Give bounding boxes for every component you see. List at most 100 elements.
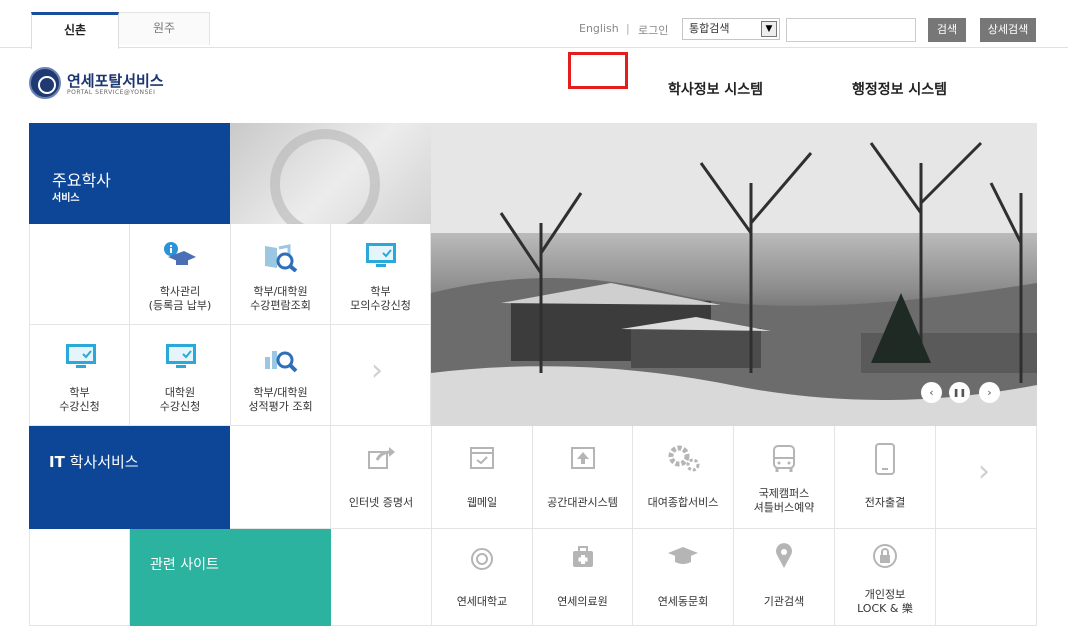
english-link[interactable]: English: [579, 22, 619, 35]
empty-cell: [331, 529, 432, 626]
service-mock-registration[interactable]: 학부 모의수강신청: [331, 224, 431, 325]
banner-next-button[interactable]: ›: [979, 382, 1000, 403]
login-link[interactable]: 로그인: [638, 22, 668, 38]
it-space-rental[interactable]: 공간대관시스템: [533, 426, 633, 529]
it-services-header: IT 학사서비스: [29, 426, 230, 529]
upload-box-icon: [571, 447, 595, 469]
campus-emblem-photo: [230, 123, 431, 224]
campus-banner-image: ‹ ❚❚ ›: [431, 123, 1037, 426]
tab-wonju[interactable]: 원주: [119, 12, 210, 45]
related-alumni[interactable]: 연세동문회: [633, 529, 734, 626]
winter-campus-scene: [431, 123, 1037, 426]
related-privacy-lock[interactable]: 개인정보 LOCK & 樂: [835, 529, 936, 626]
it-label: 전자출결: [864, 496, 906, 509]
search-input[interactable]: [786, 18, 916, 42]
gears-icon: [668, 445, 700, 472]
service-label-line1: 학사관리: [159, 285, 201, 298]
bus-icon: [773, 445, 795, 472]
book-search-icon: [265, 244, 298, 272]
empty-cell: [936, 529, 1037, 626]
service-label-line1: 학부/대학원: [253, 386, 308, 399]
service-label-line1: 학부/대학원: [253, 285, 308, 298]
service-grad-registration[interactable]: 대학원 수강신청: [130, 325, 231, 426]
service-label-line2: 성적평가 조회: [248, 400, 313, 413]
mail-check-icon: [470, 447, 494, 469]
smartphone-icon: [875, 443, 895, 475]
monitor-check-icon: [366, 243, 396, 267]
service-label-line1: 학부: [370, 285, 391, 298]
related-label: 연세대학교: [456, 595, 508, 608]
empty-cell: [29, 224, 130, 325]
related-yonsei-university[interactable]: 연세대학교: [432, 529, 533, 626]
graduation-cap-icon: [668, 547, 698, 564]
tab-sinchon[interactable]: 신촌: [31, 12, 119, 49]
service-label-line1: 학부: [69, 386, 90, 399]
service-label-line2: 수강신청: [159, 400, 201, 413]
it-label: 인터넷 증명서: [348, 496, 414, 509]
service-label-line1: 대학원: [164, 386, 196, 399]
related-institution-search[interactable]: 기관검색: [734, 529, 835, 626]
it-title-bold: IT: [49, 453, 65, 471]
util-separator: |: [626, 22, 630, 35]
yonsei-emblem-icon[interactable]: [29, 67, 61, 99]
related-label: 연세동문회: [657, 595, 709, 608]
it-label: 공간대관시스템: [547, 496, 618, 509]
service-grade-inquiry[interactable]: 학부/대학원 성적평가 조회: [231, 325, 331, 426]
academic-next-button[interactable]: ›: [331, 325, 431, 426]
graduation-info-icon: [164, 242, 196, 265]
service-label-line2: (등록금 납부): [148, 299, 212, 312]
medical-kit-icon: [573, 546, 593, 567]
related-label-line2: LOCK & 樂: [857, 602, 913, 615]
chart-search-icon: [265, 351, 298, 373]
chevron-right-icon: ›: [371, 353, 383, 388]
empty-cell: [230, 426, 331, 529]
share-certificate-icon: [368, 447, 395, 469]
service-undergrad-registration[interactable]: 학부 수강신청: [29, 325, 130, 426]
related-medical-center[interactable]: 연세의료원: [533, 529, 633, 626]
monitor-check-icon: [166, 344, 196, 368]
banner-pause-button[interactable]: ❚❚: [949, 382, 970, 403]
it-internet-certificate[interactable]: 인터넷 증명서: [331, 426, 432, 529]
it-label-line2: 셔틀버스예약: [753, 501, 815, 514]
it-e-attendance[interactable]: 전자출결: [835, 426, 936, 529]
service-label-line2: 수강신청: [59, 400, 100, 413]
service-label-line2: 수강편람조회: [250, 299, 311, 312]
it-title: IT 학사서비스: [49, 451, 139, 472]
monitor-check-icon: [66, 344, 96, 368]
service-label-line2: 모의수강신청: [350, 299, 411, 312]
it-label: 대여종합서비스: [647, 496, 719, 509]
chevron-right-icon: ›: [978, 454, 990, 489]
related-label: 연세의료원: [557, 595, 608, 608]
academic-title: 주요학사: [52, 171, 111, 190]
it-shuttle-bus[interactable]: 국제캠퍼스 셔틀버스예약: [734, 426, 835, 529]
academic-system-link[interactable]: 학사정보 시스템: [668, 79, 763, 99]
detail-search-button[interactable]: 상세검색: [980, 18, 1036, 42]
it-title-rest: 학사서비스: [69, 453, 139, 471]
service-course-catalog[interactable]: 학부/대학원 수강편람조회: [231, 224, 331, 325]
search-button[interactable]: 검색: [928, 18, 966, 42]
related-label-line1: 개인정보: [864, 588, 906, 601]
highlight-box: [568, 52, 628, 89]
related-title: 관련 사이트: [150, 557, 219, 573]
top-bar: 신촌 원주 English | 로그인 통합검색 ▼ 검색 상세검색: [0, 0, 1068, 49]
university-emblem-icon: [471, 548, 493, 570]
banner-prev-button[interactable]: ‹: [921, 382, 942, 403]
map-pin-icon: [776, 543, 792, 568]
academic-services-header: 주요학사 서비스: [29, 123, 230, 224]
portal-logo-title[interactable]: 연세포탈서비스: [67, 70, 164, 91]
academic-subtitle: 서비스: [52, 193, 80, 204]
admin-system-link[interactable]: 행정정보 시스템: [852, 79, 947, 99]
portal-logo-subtitle: PORTAL SERVICE@YONSEI: [67, 89, 156, 96]
related-label: 기관검색: [763, 595, 805, 608]
empty-cell: [29, 529, 130, 626]
lock-icon: [873, 544, 897, 568]
it-next-button[interactable]: ›: [936, 426, 1037, 529]
service-academic-management[interactable]: 학사관리 (등록금 납부): [130, 224, 231, 325]
it-label: 웹메일: [466, 496, 498, 509]
chevron-down-icon: ▼: [761, 21, 777, 37]
search-scope-select[interactable]: 통합검색 ▼: [682, 18, 780, 40]
it-rental-service[interactable]: 대여종합서비스: [633, 426, 734, 529]
related-sites-header: 관련 사이트: [130, 529, 331, 626]
it-webmail[interactable]: 웹메일: [432, 426, 533, 529]
it-label-line1: 국제캠퍼스: [758, 487, 810, 500]
